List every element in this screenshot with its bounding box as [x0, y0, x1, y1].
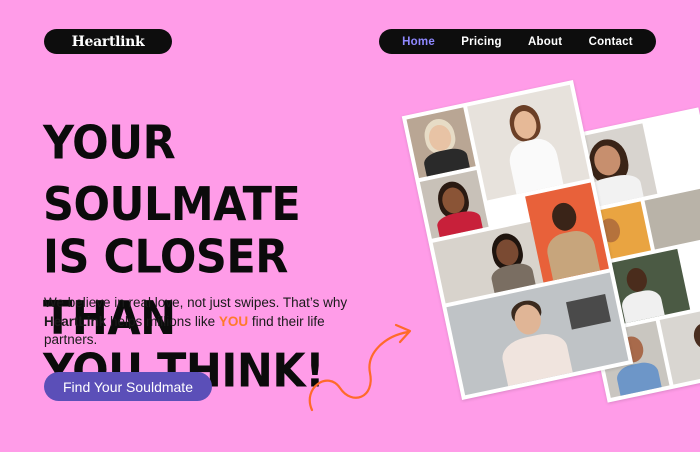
nav-contact[interactable]: Contact: [589, 36, 633, 48]
find-soulmate-button[interactable]: Find Your Souldmate: [44, 372, 212, 401]
nav-home[interactable]: Home: [402, 36, 435, 48]
description-brand: HeartLink: [44, 313, 107, 329]
main-nav: Home Pricing About Contact: [379, 29, 656, 54]
nav-about[interactable]: About: [528, 36, 562, 48]
nav-pricing[interactable]: Pricing: [461, 36, 501, 48]
description-you: YOU: [218, 313, 249, 329]
description-text-2: helps millions like: [106, 313, 219, 329]
squiggle-arrow-icon: [308, 323, 412, 412]
logo-text: Heartlink: [71, 33, 145, 50]
logo[interactable]: Heartlink: [44, 29, 172, 54]
headline-line-1: YOUR SOULMATE: [43, 116, 301, 232]
description-text-1: We believe in real love, not just swipes…: [44, 295, 348, 310]
